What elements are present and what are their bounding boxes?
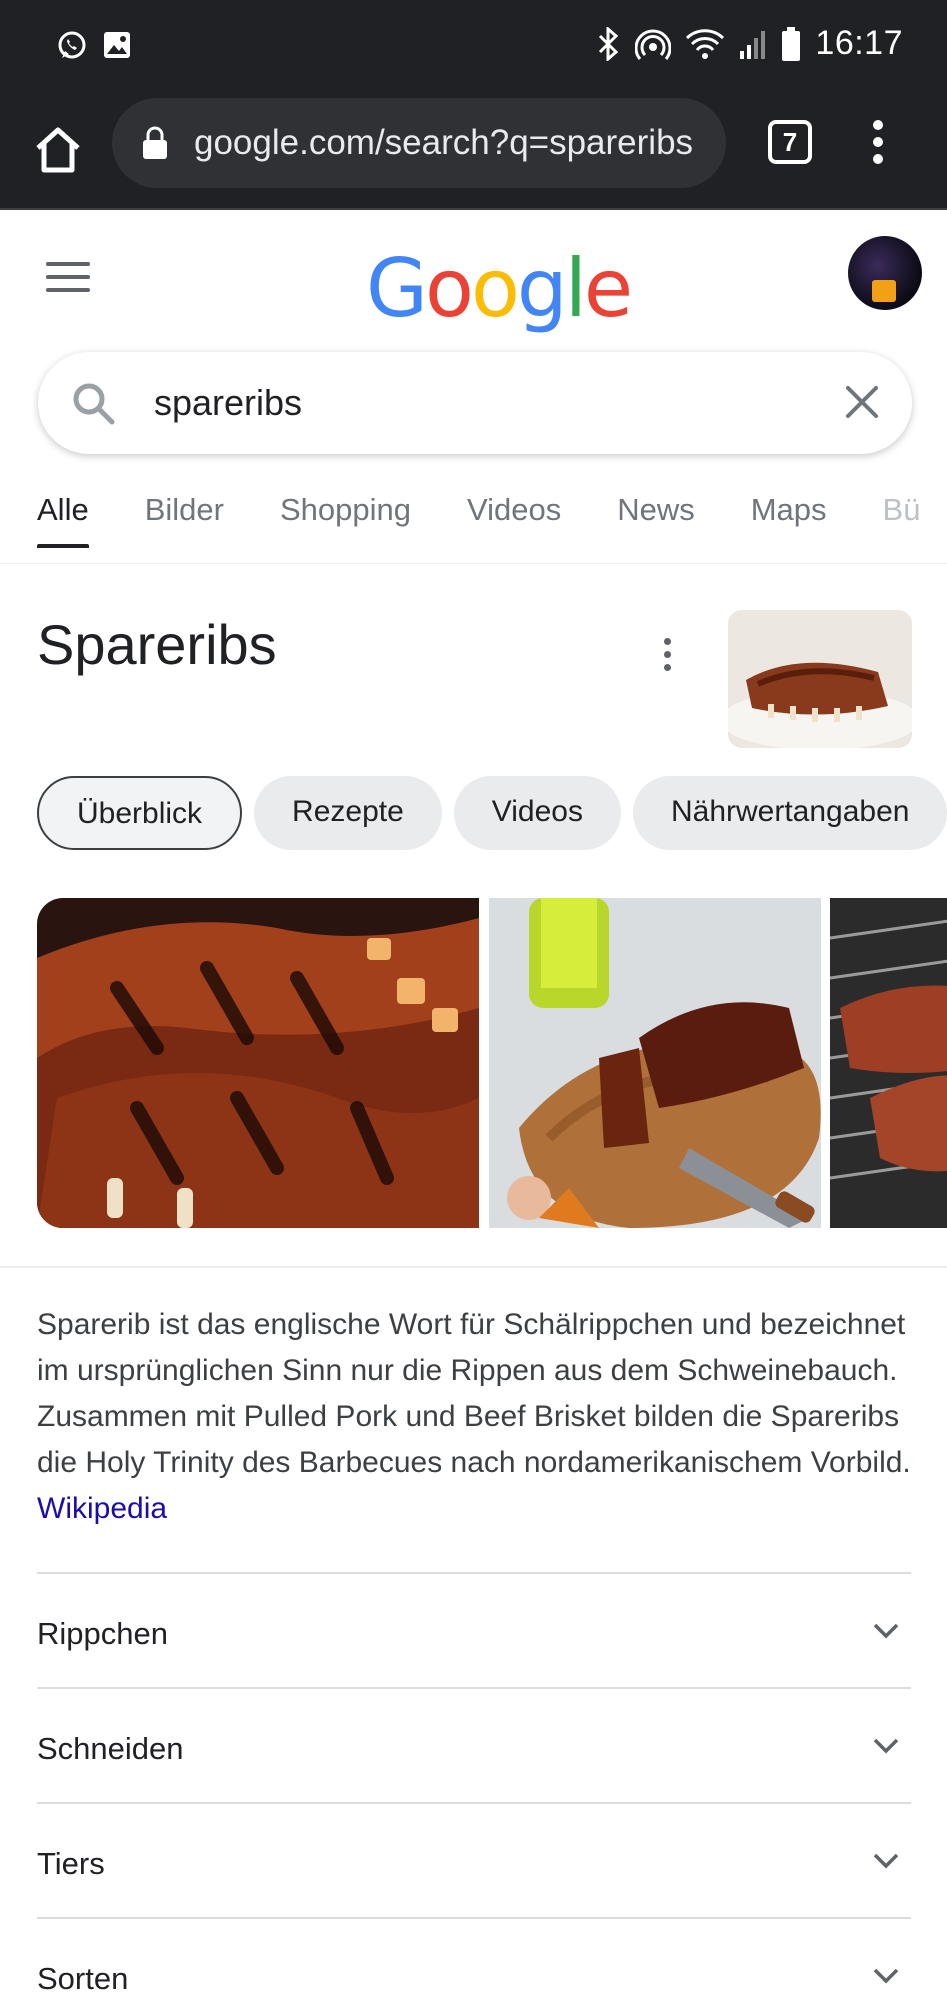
chevron-down-icon: [873, 1738, 899, 1754]
url-text: google.com/search?q=spareribs: [194, 123, 694, 162]
section-rippchen[interactable]: Rippchen: [37, 1572, 911, 1687]
google-header: Google: [0, 212, 947, 342]
topic-chips: Überblick Rezepte Videos Nährwertangaben: [37, 776, 947, 850]
section-tiers[interactable]: Tiers: [37, 1802, 911, 1917]
chip-rezepte[interactable]: Rezepte: [254, 776, 442, 850]
description: Sparerib ist das englische Wort für Schä…: [37, 1302, 917, 1532]
section-schneiden[interactable]: Schneiden: [37, 1687, 911, 1802]
search-input[interactable]: spareribs: [154, 382, 302, 424]
gallery-icon: [104, 32, 130, 58]
search-icon: [73, 383, 115, 425]
avatar[interactable]: [848, 236, 922, 310]
tab-alle[interactable]: Alle: [37, 468, 89, 563]
chevron-down-icon: [873, 1853, 899, 1869]
tab-switcher-button[interactable]: 7: [768, 120, 812, 164]
chip-naehrwertangaben[interactable]: Nährwertangaben: [632, 776, 947, 850]
wikipedia-link[interactable]: Wikipedia: [37, 1492, 167, 1525]
gallery-image[interactable]: [37, 898, 479, 1228]
wifi-icon: [686, 28, 725, 59]
section-label: Schneiden: [37, 1731, 184, 1766]
image-gallery: [37, 898, 947, 1228]
browser-menu-icon[interactable]: [870, 120, 886, 172]
description-text: Sparerib ist das englische Wort für Schä…: [37, 1308, 911, 1479]
tab-news[interactable]: News: [617, 468, 695, 563]
chevron-down-icon: [873, 1623, 899, 1639]
hamburger-menu-icon[interactable]: [46, 262, 90, 296]
chevron-down-icon: [873, 1968, 899, 1984]
section-label: Tiers: [37, 1846, 105, 1881]
section-label: Rippchen: [37, 1616, 168, 1651]
chip-videos[interactable]: Videos: [453, 776, 621, 850]
search-box[interactable]: spareribs: [38, 352, 912, 454]
address-bar[interactable]: google.com/search?q=spareribs: [112, 98, 726, 188]
clock: 16:17: [815, 24, 903, 62]
whatsapp-icon: [58, 31, 86, 59]
page-title: Spareribs: [37, 613, 277, 676]
lock-icon: [143, 126, 167, 159]
tab-maps[interactable]: Maps: [751, 468, 827, 563]
divider: [0, 1266, 947, 1268]
clear-icon[interactable]: [842, 382, 882, 422]
section-sorten[interactable]: Sorten: [37, 1917, 911, 2000]
tab-bilder[interactable]: Bilder: [145, 468, 224, 563]
hotspot-icon: [635, 29, 672, 60]
chip-ueberblick[interactable]: Überblick: [37, 776, 243, 850]
battery-icon: [782, 26, 801, 61]
search-nav-tabs: Alle Bilder Shopping Videos News Maps Bü: [0, 468, 947, 564]
section-label: Sorten: [37, 1961, 129, 1996]
home-icon[interactable]: [30, 122, 86, 178]
tab-videos[interactable]: Videos: [467, 468, 561, 563]
tab-shopping[interactable]: Shopping: [280, 468, 411, 563]
bluetooth-icon: [599, 26, 619, 61]
tab-more[interactable]: Bü: [883, 468, 921, 563]
more-options-icon[interactable]: [662, 638, 672, 672]
status-bar: 16:17: [0, 0, 947, 96]
gallery-image[interactable]: [830, 898, 947, 1228]
gallery-image[interactable]: [489, 898, 821, 1228]
thumbnail-image[interactable]: [728, 610, 912, 748]
google-logo[interactable]: Google: [366, 242, 633, 335]
signal-icon: [740, 30, 766, 59]
browser-toolbar: google.com/search?q=spareribs 7: [0, 96, 947, 210]
